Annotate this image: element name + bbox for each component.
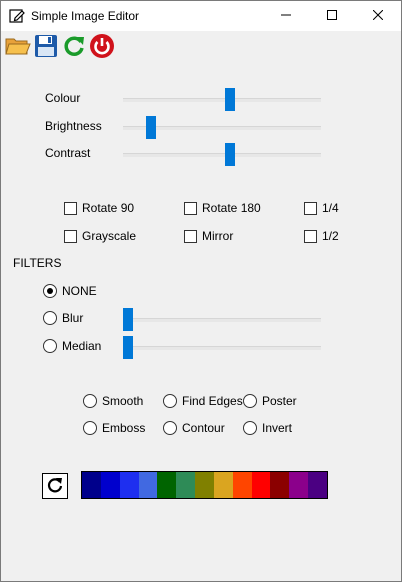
- palette-swatch[interactable]: [289, 472, 309, 498]
- median-slider-track[interactable]: [123, 346, 321, 350]
- palette-swatch[interactable]: [100, 472, 120, 498]
- palette-swatch[interactable]: [195, 472, 214, 498]
- colour-slider-track[interactable]: [123, 98, 321, 102]
- palette-swatch[interactable]: [119, 472, 139, 498]
- filter-none-radio[interactable]: [43, 284, 57, 298]
- rotate-90-checkbox[interactable]: [64, 202, 77, 215]
- maximize-icon: [327, 9, 337, 23]
- colour-slider-thumb[interactable]: [224, 88, 235, 111]
- brightness-slider-thumb[interactable]: [145, 116, 156, 139]
- palette-swatch[interactable]: [213, 472, 233, 498]
- power-button[interactable]: [88, 32, 116, 62]
- palette-swatch[interactable]: [176, 472, 196, 498]
- mirror-label: Mirror: [202, 229, 234, 243]
- power-icon: [89, 33, 115, 62]
- refresh-icon: [62, 34, 86, 61]
- mirror-checkbox[interactable]: [184, 230, 197, 243]
- blur-slider-thumb[interactable]: [123, 308, 133, 331]
- filter-none-label: NONE: [62, 284, 97, 298]
- palette-swatch[interactable]: [82, 472, 101, 498]
- find-edges-radio[interactable]: [163, 394, 177, 408]
- filter-blur-radio[interactable]: [43, 311, 57, 325]
- floppy-save-icon: [34, 34, 58, 61]
- palette-swatch[interactable]: [157, 472, 177, 498]
- palette-swatch[interactable]: [138, 472, 158, 498]
- window-title: Simple Image Editor: [31, 9, 140, 23]
- palette-swatch[interactable]: [251, 472, 271, 498]
- reset-button[interactable]: [42, 473, 68, 499]
- emboss-label: Emboss: [102, 421, 146, 435]
- find-edges-label: Find Edges: [182, 394, 243, 408]
- poster-label: Poster: [262, 394, 297, 408]
- minimize-icon: [281, 9, 291, 23]
- color-palette: [81, 471, 328, 499]
- contour-radio[interactable]: [163, 421, 177, 435]
- filter-median-label: Median: [62, 339, 102, 353]
- palette-swatch[interactable]: [270, 472, 290, 498]
- colour-label: Colour: [45, 91, 81, 105]
- close-button[interactable]: [355, 1, 401, 31]
- open-button[interactable]: [4, 32, 32, 62]
- quarter-size-label: 1/4: [322, 201, 339, 215]
- rotate-reset-icon: [46, 476, 64, 497]
- quarter-size-checkbox[interactable]: [304, 202, 317, 215]
- palette-swatch[interactable]: [308, 472, 327, 498]
- filter-median-radio[interactable]: [43, 339, 57, 353]
- rotate-90-label: Rotate 90: [82, 201, 135, 215]
- palette-swatch[interactable]: [232, 472, 252, 498]
- refresh-button[interactable]: [60, 32, 88, 62]
- grayscale-label: Grayscale: [82, 229, 137, 243]
- grayscale-checkbox[interactable]: [64, 230, 77, 243]
- half-size-label: 1/2: [322, 229, 339, 243]
- close-icon: [372, 9, 384, 23]
- brightness-label: Brightness: [45, 119, 102, 133]
- maximize-button[interactable]: [309, 1, 355, 31]
- poster-radio[interactable]: [243, 394, 257, 408]
- contour-label: Contour: [182, 421, 225, 435]
- save-button[interactable]: [32, 32, 60, 62]
- rotate-180-checkbox[interactable]: [184, 202, 197, 215]
- blur-slider-track[interactable]: [123, 318, 321, 322]
- contrast-slider-track[interactable]: [123, 153, 321, 157]
- smooth-label: Smooth: [102, 394, 144, 408]
- invert-radio[interactable]: [243, 421, 257, 435]
- minimize-button[interactable]: [263, 1, 309, 31]
- median-slider-thumb[interactable]: [123, 336, 133, 359]
- invert-label: Invert: [262, 421, 293, 435]
- half-size-checkbox[interactable]: [304, 230, 317, 243]
- filter-blur-label: Blur: [62, 311, 84, 325]
- contrast-label: Contrast: [45, 146, 91, 160]
- app-window: Simple Image Editor Colour Brightness Co…: [0, 0, 402, 582]
- folder-open-icon: [5, 35, 31, 60]
- pencil-edit-icon: [9, 8, 25, 24]
- emboss-radio[interactable]: [83, 421, 97, 435]
- filters-heading: FILTERS: [13, 256, 62, 270]
- contrast-slider-thumb[interactable]: [224, 143, 235, 166]
- rotate-180-label: Rotate 180: [202, 201, 261, 215]
- title-bar: Simple Image Editor: [1, 1, 401, 31]
- smooth-radio[interactable]: [83, 394, 97, 408]
